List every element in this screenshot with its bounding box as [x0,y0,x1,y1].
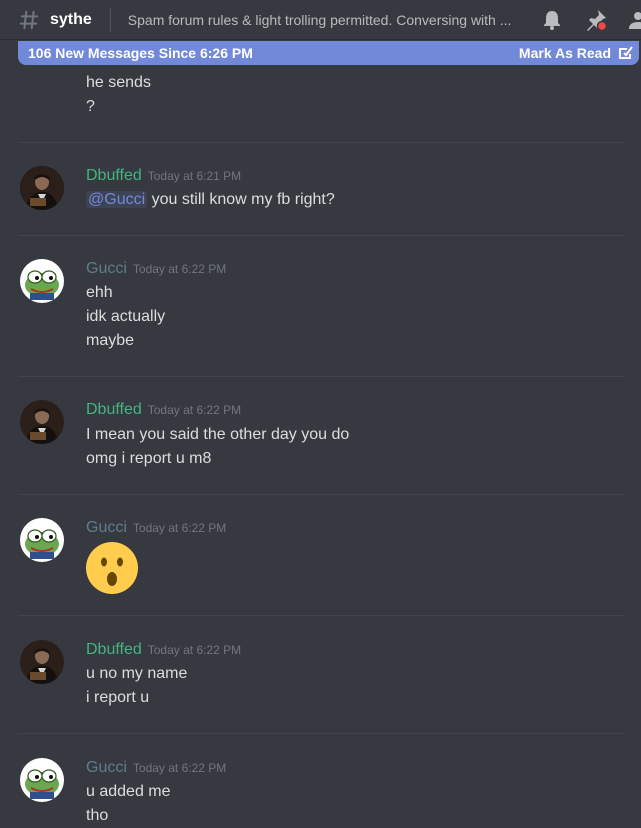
message-line: ? [86,98,95,115]
message-author[interactable]: Gucci Today at 6:22 PM [86,260,226,278]
message-timestamp: Today at 6:22 PM [147,643,242,657]
message-divider [18,615,624,616]
message-author[interactable]: Dbuffed Today at 6:22 PM [86,641,241,659]
channel-hash-icon [19,10,39,29]
channel-topic[interactable]: Spam forum rules & light trolling permit… [128,12,513,28]
new-messages-text: 106 New Messages Since 6:26 PM [28,45,253,61]
message-author[interactable]: Dbuffed Today at 6:21 PM [86,167,241,185]
mark-read-icon[interactable] [617,45,633,61]
channel-name: sythe [50,10,92,28]
avatar[interactable] [20,259,64,303]
message-line: omg i report u m8 [86,450,212,467]
message-divider [18,235,624,236]
pin-icon[interactable] [584,8,608,32]
message-timestamp: Today at 6:22 PM [132,262,227,276]
message-timestamp: Today at 6:22 PM [147,403,242,417]
user-mention[interactable]: @Gucci [86,191,148,208]
message-line: tho [86,807,109,824]
message-line: u no my name [86,665,188,682]
message-author[interactable]: Gucci Today at 6:22 PM [86,519,226,537]
message-line: ehh [86,284,113,301]
message-line: @Gucci you still know my fb right? [86,191,335,208]
channel-header: sythe Spam forum rules & light trolling … [0,0,641,40]
message-line: i report u [86,689,150,706]
message-divider [18,142,624,143]
message-line: maybe [86,332,135,349]
message-divider [18,494,624,495]
avatar[interactable] [20,166,64,210]
message-line: idk actually [86,308,166,325]
message-divider [18,733,624,734]
members-icon[interactable] [626,8,641,32]
header-divider [109,7,111,32]
bell-icon[interactable] [540,8,564,32]
hushed-face-emoji-icon [86,542,138,594]
new-messages-bar[interactable]: 106 New Messages Since 6:26 PM Mark As R… [18,41,639,65]
mark-as-read-button[interactable]: Mark As Read [519,45,611,61]
avatar[interactable] [20,518,64,562]
message-line: he sends [86,74,151,91]
message-author[interactable]: Dbuffed Today at 6:22 PM [86,401,241,419]
message-timestamp: Today at 6:22 PM [132,761,227,775]
message-author[interactable]: Gucci Today at 6:22 PM [86,759,226,777]
avatar[interactable] [20,640,64,684]
message-timestamp: Today at 6:22 PM [132,521,227,535]
message-divider [18,376,624,377]
message-line: I mean you said the other day you do [86,426,350,443]
message-timestamp: Today at 6:21 PM [147,169,242,183]
avatar[interactable] [20,758,64,802]
avatar[interactable] [20,400,64,444]
message-line: u added me [86,783,171,800]
